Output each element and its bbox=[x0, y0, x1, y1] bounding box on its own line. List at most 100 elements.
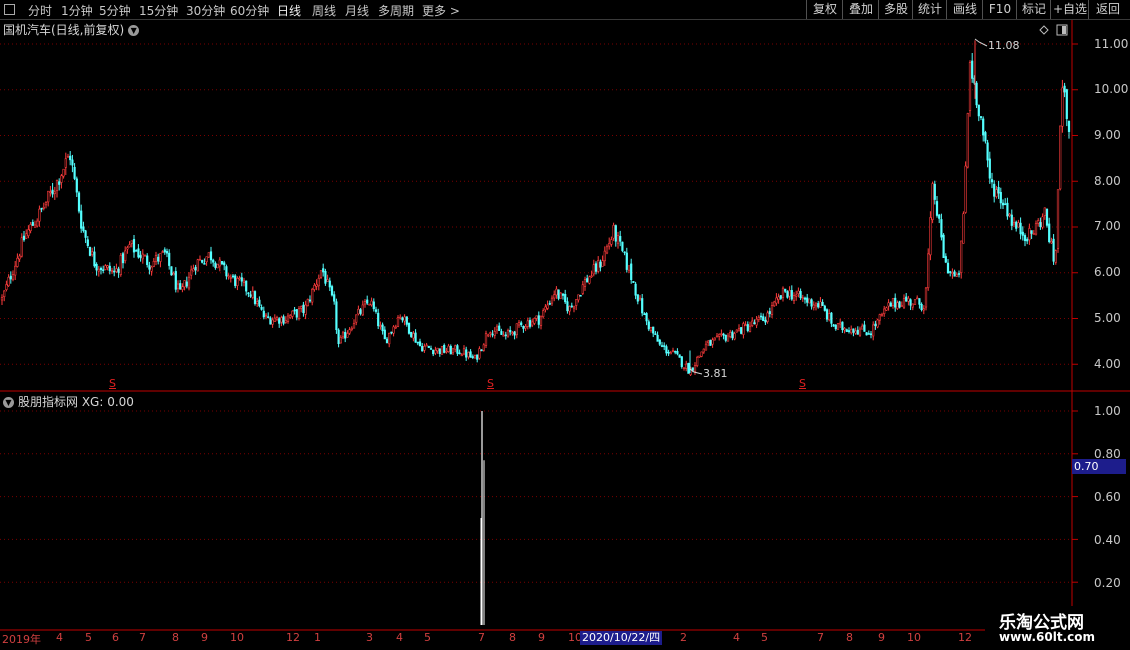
candle-body bbox=[768, 311, 771, 315]
date-label: 5 bbox=[424, 631, 431, 644]
candle-body bbox=[990, 179, 994, 183]
candle-body bbox=[1017, 222, 1020, 228]
candle-body bbox=[678, 354, 681, 358]
candle-body bbox=[1019, 222, 1022, 235]
candle-body bbox=[256, 301, 259, 305]
date-label: 8 bbox=[172, 631, 179, 644]
candle-body bbox=[964, 165, 967, 213]
candle-body bbox=[660, 345, 664, 347]
candle-body bbox=[759, 315, 763, 318]
candle-body bbox=[161, 251, 164, 253]
candle-body bbox=[979, 116, 983, 118]
candle-body bbox=[53, 191, 56, 195]
candle-body bbox=[449, 345, 452, 355]
candle-body bbox=[335, 301, 338, 330]
candle-body bbox=[953, 271, 956, 277]
candle-body bbox=[209, 251, 213, 261]
candle-body bbox=[214, 262, 217, 268]
candle-body bbox=[291, 310, 294, 317]
candle-body bbox=[935, 201, 939, 216]
candle-body bbox=[9, 275, 12, 280]
candle-body bbox=[1054, 250, 1057, 263]
candle-body bbox=[357, 308, 360, 315]
date-label: 8 bbox=[846, 631, 853, 644]
candle-body bbox=[997, 187, 1000, 194]
candle-body bbox=[1004, 203, 1007, 206]
candle-body bbox=[139, 255, 142, 258]
candle-body bbox=[1045, 208, 1049, 226]
candle-body bbox=[506, 330, 510, 337]
candle-body bbox=[865, 332, 868, 336]
chevron-down-icon[interactable]: ▼ bbox=[3, 397, 14, 408]
candle-body bbox=[654, 333, 657, 336]
chevron-down-icon[interactable]: ▼ bbox=[128, 25, 140, 36]
candle-body bbox=[513, 331, 516, 336]
candle-body bbox=[909, 299, 912, 306]
candle-body bbox=[812, 304, 815, 308]
sell-marker: S bbox=[109, 377, 116, 390]
candle-body bbox=[223, 262, 226, 266]
candle-body bbox=[898, 301, 901, 308]
candle-body bbox=[64, 158, 67, 168]
candle-body bbox=[748, 325, 752, 332]
candle-body bbox=[704, 343, 708, 351]
candle-body bbox=[1052, 238, 1055, 262]
candle-body bbox=[942, 234, 945, 258]
candle-body bbox=[616, 235, 620, 244]
candle-body bbox=[278, 318, 281, 324]
date-label: 9 bbox=[878, 631, 885, 644]
candle-body bbox=[632, 281, 635, 283]
candle-body bbox=[130, 240, 133, 244]
candle-body bbox=[73, 166, 76, 179]
stock-title-text: 国机汽车(日线,前复权) bbox=[3, 23, 125, 37]
date-label: 12 bbox=[286, 631, 300, 644]
high-leader-line bbox=[974, 38, 988, 47]
date-label: 9 bbox=[201, 631, 208, 644]
candle-body bbox=[106, 265, 109, 268]
candle-body bbox=[553, 294, 556, 299]
indicator-title: ▼ 股朋指标网 XG: 0.00 bbox=[3, 393, 134, 410]
candle-body bbox=[113, 270, 116, 273]
candle-body bbox=[693, 365, 697, 373]
candle-body bbox=[289, 315, 292, 318]
candle-body bbox=[1012, 222, 1016, 225]
date-label: 4 bbox=[56, 631, 63, 644]
candle-body bbox=[502, 334, 505, 337]
date-label: 7 bbox=[817, 631, 824, 644]
candle-body bbox=[319, 270, 323, 278]
candle-body bbox=[550, 297, 554, 304]
candle-body bbox=[843, 328, 846, 331]
candle-body bbox=[97, 268, 100, 272]
candle-body bbox=[137, 248, 140, 258]
date-label: 4 bbox=[396, 631, 403, 644]
candle-body bbox=[192, 268, 195, 272]
candle-body bbox=[71, 159, 74, 166]
candle-body bbox=[867, 333, 870, 335]
candle-body bbox=[458, 352, 461, 355]
date-label: 7 bbox=[478, 631, 485, 644]
date-label: 2 bbox=[680, 631, 687, 644]
candle-body bbox=[414, 332, 417, 343]
candle-body bbox=[667, 351, 670, 354]
candle-body bbox=[438, 348, 441, 355]
candle-body bbox=[511, 332, 514, 334]
candle-body bbox=[845, 329, 848, 332]
date-label: 3 bbox=[366, 631, 373, 644]
candle-body bbox=[575, 299, 578, 306]
kline-chart[interactable] bbox=[0, 0, 1130, 650]
candle-body bbox=[168, 252, 171, 266]
candle-body bbox=[946, 262, 950, 274]
candle-body bbox=[282, 316, 285, 324]
candle-body bbox=[300, 306, 303, 309]
candle-body bbox=[432, 349, 435, 355]
candle-body bbox=[330, 286, 334, 296]
candle-body bbox=[317, 277, 320, 287]
candle-body bbox=[900, 305, 903, 307]
candle-body bbox=[621, 241, 624, 251]
candle-body bbox=[220, 261, 224, 265]
candle-body bbox=[478, 348, 481, 359]
candle-body bbox=[275, 317, 279, 321]
candle-body bbox=[698, 355, 701, 358]
diamond-icon[interactable] bbox=[1039, 25, 1049, 35]
candle-body bbox=[302, 304, 305, 313]
